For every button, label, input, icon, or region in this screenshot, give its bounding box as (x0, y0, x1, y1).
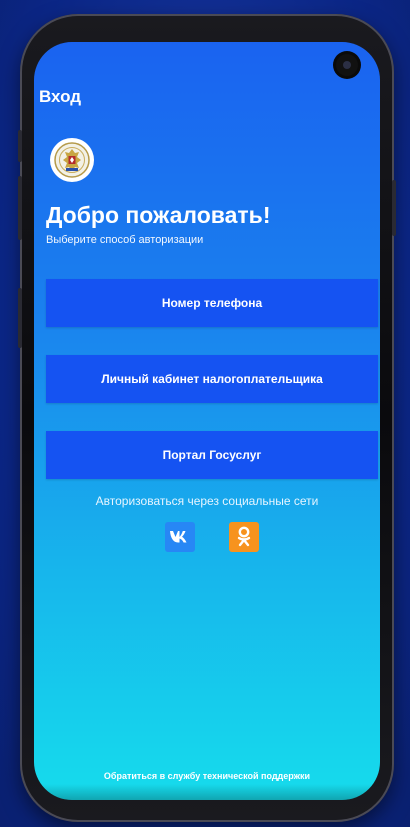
emblem-graphic (54, 142, 90, 178)
phone-login-label: Номер телефона (161, 296, 263, 310)
social-login-caption: Авторизоваться через социальные сети (95, 494, 319, 508)
stage-background: Вход Добро пожаловать! Выберите способ а… (0, 0, 410, 827)
screen-bottom-edge (34, 784, 380, 800)
gosuslugi-login-label: Портал Госуслуг (162, 448, 262, 462)
vk-logo (170, 531, 187, 543)
phone-power-button (392, 180, 396, 236)
taxpayer-account-login-label: Личный кабинет налогоплательщика (101, 372, 323, 386)
welcome-subtitle: Выберите способ авторизации (46, 234, 204, 246)
phone-side-button (18, 176, 22, 240)
gosuslugi-login-button[interactable]: Портал Госуслуг (46, 431, 378, 479)
support-link[interactable]: Обратиться в службу технической поддержк… (34, 771, 380, 781)
fns-emblem-icon (50, 138, 94, 182)
phone-login-button[interactable]: Номер телефона (46, 279, 378, 327)
vk-icon[interactable] (165, 522, 195, 552)
page-title: Вход (39, 87, 82, 106)
taxpayer-account-login-button[interactable]: Личный кабинет налогоплательщика (46, 355, 378, 403)
phone-side-button (18, 130, 22, 162)
app-screen: Вход Добро пожаловать! Выберите способ а… (34, 42, 380, 800)
welcome-title: Добро пожаловать! (46, 202, 271, 228)
phone-side-button (18, 288, 22, 348)
odnoklassniki-icon[interactable] (229, 522, 259, 552)
ok-logo (237, 526, 251, 547)
front-camera (336, 54, 358, 76)
